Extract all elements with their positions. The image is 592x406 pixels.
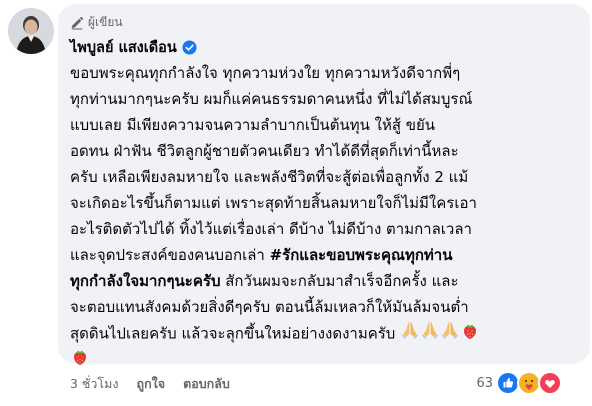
- strawberry-emoji-icon: [70, 346, 90, 374]
- comment-text-segment: ทุกท่านมากๆนะครับ ผมก็แค่คนธรรมดาคนหนึ่ง…: [70, 90, 473, 108]
- comment-text-segment: และจุดประสงค์ของคนบอกเล่า: [70, 246, 270, 264]
- comment-text-segment: สักวันผมจะกลับมาสำเร็จอีกครั้ง และ: [220, 272, 459, 290]
- comment-line: จะเกิดอะไรขึ้นก็ตามแต่ เพราะสุดท้ายสิ้นล…: [70, 190, 582, 216]
- comment-actions: 3 ชั่วโมง ถูกใจ ตอบกลับ: [70, 374, 248, 394]
- comment-text-segment: แบบเลย มีเพียงความจนความลำบากเป็นต้นทุน …: [70, 116, 436, 134]
- comment-body: ขอบพระคุณทุกกำลังใจ ทุกความห่วงใย ทุกควา…: [70, 60, 582, 372]
- author-badge-label: ผู้เขียน: [88, 15, 123, 29]
- hashtag-text[interactable]: #รักและขอบพระคุณทุกท่าน: [270, 246, 453, 264]
- comment-text-segment: จะตอบแทนสังคมด้วยสิ่งดีๆครับ ตอนนี้ล้มเห…: [70, 298, 469, 316]
- comment-line: ทุกกำลังใจมากๆนะครับ สักวันผมจะกลับมาสำเ…: [70, 268, 582, 294]
- folded-hands-emoji-icon: [420, 320, 440, 348]
- comment-text-segment: อะไรติดตัวไปได้ ทิ้งไว้แต่เรื่องเล่า ดีบ…: [70, 220, 472, 238]
- comment-line: แบบเลย มีเพียงความจนความลำบากเป็นต้นทุน …: [70, 112, 582, 138]
- folded-hands-emoji-icon: [440, 320, 460, 348]
- author-name-row: ไพบูลย์ แสงเดือน: [70, 36, 197, 59]
- pen-icon: [71, 16, 84, 29]
- reaction-count: 63: [476, 375, 493, 391]
- author-badge: ผู้เขียน: [70, 13, 123, 32]
- avatar[interactable]: [8, 8, 54, 54]
- strawberry-emoji-icon: [460, 320, 480, 348]
- comment-text-segment: สุดดินไปเลยครับ แล้วจะลุกขึ้นใหม่อย่างงด…: [70, 324, 401, 343]
- author-name[interactable]: ไพบูลย์ แสงเดือน: [70, 36, 177, 59]
- hashtag-text[interactable]: ทุกกำลังใจมากๆนะครับ: [70, 272, 220, 290]
- like-button[interactable]: ถูกใจ: [137, 374, 166, 394]
- comment-line: [70, 346, 582, 372]
- comment-text-segment: อดทน ฝ่าฟัน ชีวิตลูกผู้ชายตัวคนเดียว ทำไ…: [70, 142, 459, 160]
- comment-line: และจุดประสงค์ของคนบอกเล่า #รักและขอบพระค…: [70, 242, 582, 268]
- comment-line: ครับ เหลือเพียงลมหายใจ และพลังชีวิตที่จะ…: [70, 164, 582, 190]
- reaction-summary[interactable]: 63: [476, 371, 562, 395]
- comment-line: จะตอบแทนสังคมด้วยสิ่งดีๆครับ ตอนนี้ล้มเห…: [70, 294, 582, 320]
- comment-text-segment: จะเกิดอะไรขึ้นก็ตามแต่ เพราะสุดท้ายสิ้นล…: [70, 194, 477, 212]
- comment-line: อะไรติดตัวไปได้ ทิ้งไว้แต่เรื่องเล่า ดีบ…: [70, 216, 582, 242]
- comment-text-segment: ครับ เหลือเพียงลมหายใจ และพลังชีวิตที่จะ…: [70, 168, 469, 186]
- comment-line: ขอบพระคุณทุกกำลังใจ ทุกความห่วงใย ทุกควา…: [70, 60, 582, 86]
- love-reaction-icon: [538, 371, 562, 395]
- comment-bubble: ผู้เขียน ไพบูลย์ แสงเดือน ขอบพระคุณทุกกำ…: [58, 4, 590, 365]
- comment-text-segment: ขอบพระคุณทุกกำลังใจ ทุกความห่วงใย ทุกควา…: [70, 64, 461, 82]
- comment-container: ผู้เขียน ไพบูลย์ แสงเดือน ขอบพระคุณทุกกำ…: [0, 0, 592, 406]
- folded-hands-emoji-icon: [400, 320, 420, 348]
- comment-line: สุดดินไปเลยครับ แล้วจะลุกขึ้นใหม่อย่างงด…: [70, 320, 582, 346]
- verified-badge-icon: [182, 40, 197, 55]
- comment-line: ทุกท่านมากๆนะครับ ผมก็แค่คนธรรมดาคนหนึ่ง…: [70, 86, 582, 112]
- comment-line: อดทน ฝ่าฟัน ชีวิตลูกผู้ชายตัวคนเดียว ทำไ…: [70, 138, 582, 164]
- reply-button[interactable]: ตอบกลับ: [183, 374, 230, 394]
- timestamp[interactable]: 3 ชั่วโมง: [70, 374, 119, 394]
